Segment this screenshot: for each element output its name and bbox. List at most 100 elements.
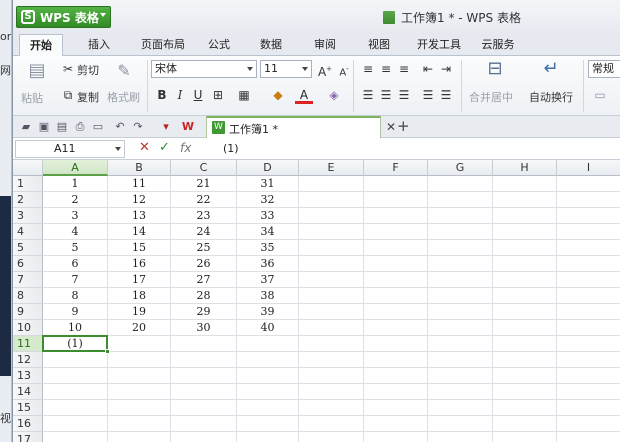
cell-h15[interactable] (493, 400, 557, 416)
shrink-font-icon[interactable]: A- (335, 60, 353, 78)
font-name-select[interactable]: 宋体 (151, 60, 257, 78)
cell-b9[interactable]: 19 (108, 304, 171, 320)
cell-e1[interactable] (299, 176, 364, 192)
row-header[interactable]: 9 (13, 304, 43, 320)
spreadsheet-grid[interactable]: A B C D E F G H I 1 1 11 21 31 2 2 12 22 32 3 3 13 23 33 4 4 14 24 3… (13, 160, 620, 442)
align-left-icon[interactable]: ☰ (359, 86, 377, 104)
cell-c14[interactable] (171, 384, 237, 400)
close-icon[interactable]: ✕ (386, 120, 396, 134)
cell-g16[interactable] (428, 416, 493, 432)
cell-e7[interactable] (299, 272, 364, 288)
cell-g10[interactable] (428, 320, 493, 336)
row-header[interactable]: 6 (13, 256, 43, 272)
cell-e16[interactable] (299, 416, 364, 432)
cell-d8[interactable]: 38 (237, 288, 299, 304)
row-header[interactable]: 15 (13, 400, 43, 416)
cell-a16[interactable] (43, 416, 108, 432)
copy-icon[interactable]: ⧉ (59, 86, 77, 104)
cell-e4[interactable] (299, 224, 364, 240)
app-menu-button[interactable]: S WPS 表格 (16, 6, 111, 28)
cell-e14[interactable] (299, 384, 364, 400)
cell-i17[interactable] (557, 432, 620, 442)
cell-g1[interactable] (428, 176, 493, 192)
merge-cells-icon[interactable]: ▦ (235, 86, 253, 104)
font-color-icon[interactable]: A (295, 86, 313, 104)
cell-c2[interactable]: 22 (171, 192, 237, 208)
cell-d3[interactable]: 33 (237, 208, 299, 224)
cell-h6[interactable] (493, 256, 557, 272)
cell-f16[interactable] (364, 416, 428, 432)
cell-b14[interactable] (108, 384, 171, 400)
cell-g9[interactable] (428, 304, 493, 320)
increase-indent-icon[interactable]: ⇥ (437, 60, 455, 78)
save-icon[interactable]: ▣ (37, 119, 51, 134)
cell-f2[interactable] (364, 192, 428, 208)
fill-color-icon[interactable]: ◆ (269, 86, 287, 104)
cell-a14[interactable] (43, 384, 108, 400)
cell-f7[interactable] (364, 272, 428, 288)
row-header[interactable]: 17 (13, 432, 43, 442)
cell-b1[interactable]: 11 (108, 176, 171, 192)
align-right-icon[interactable]: ☰ (395, 86, 413, 104)
copy-label[interactable]: 复制 (77, 89, 99, 105)
tab-developer[interactable]: 开发工具 (409, 34, 469, 56)
merge-center-label[interactable]: 合并居中 (469, 89, 513, 105)
cell-i15[interactable] (557, 400, 620, 416)
align-bottom-icon[interactable]: ≡ (395, 60, 413, 78)
cell-a2[interactable]: 2 (43, 192, 108, 208)
cell-d6[interactable]: 36 (237, 256, 299, 272)
cut-label[interactable]: 剪切 (77, 62, 99, 78)
percent-style-icon[interactable]: ▭ (591, 86, 609, 104)
tab-view[interactable]: 视图 (357, 34, 401, 56)
cell-i11[interactable] (557, 336, 620, 352)
cell-g3[interactable] (428, 208, 493, 224)
paste-label[interactable]: 粘贴 (21, 90, 43, 106)
cell-b10[interactable]: 20 (108, 320, 171, 336)
row-header[interactable]: 3 (13, 208, 43, 224)
cell-c3[interactable]: 23 (171, 208, 237, 224)
cell-e6[interactable] (299, 256, 364, 272)
name-box[interactable]: A11 (15, 140, 125, 158)
tab-formulas[interactable]: 公式 (197, 34, 241, 56)
cell-g11[interactable] (428, 336, 493, 352)
column-header-d[interactable]: D (237, 160, 299, 176)
new-tab-icon[interactable]: + (397, 117, 410, 135)
formula-input[interactable]: (1) (223, 142, 239, 155)
cancel-icon[interactable]: ✕ (139, 140, 150, 155)
cell-g6[interactable] (428, 256, 493, 272)
cell-e10[interactable] (299, 320, 364, 336)
wps-icon[interactable]: W (181, 119, 195, 134)
cell-f17[interactable] (364, 432, 428, 442)
grow-font-icon[interactable]: A+ (316, 60, 334, 79)
cell-i5[interactable] (557, 240, 620, 256)
row-header[interactable]: 5 (13, 240, 43, 256)
cell-b11[interactable] (108, 336, 171, 352)
cell-a3[interactable]: 3 (43, 208, 108, 224)
cell-e3[interactable] (299, 208, 364, 224)
cell-a17[interactable] (43, 432, 108, 442)
export-pdf-icon[interactable]: ▤ (55, 119, 69, 134)
row-header[interactable]: 12 (13, 352, 43, 368)
cell-a6[interactable]: 6 (43, 256, 108, 272)
clear-format-icon[interactable]: ◈ (325, 86, 343, 104)
cell-i13[interactable] (557, 368, 620, 384)
cell-i4[interactable] (557, 224, 620, 240)
cell-e8[interactable] (299, 288, 364, 304)
cell-d15[interactable] (237, 400, 299, 416)
decrease-indent-icon[interactable]: ⇤ (419, 60, 437, 78)
column-header-b[interactable]: B (108, 160, 171, 176)
wrap-text-label[interactable]: 自动换行 (529, 89, 573, 105)
cell-a12[interactable] (43, 352, 108, 368)
cell-d14[interactable] (237, 384, 299, 400)
cell-e5[interactable] (299, 240, 364, 256)
underline-button[interactable]: U (189, 86, 207, 104)
cell-d2[interactable]: 32 (237, 192, 299, 208)
column-header-e[interactable]: E (299, 160, 364, 176)
undo-icon[interactable]: ↶ (113, 119, 127, 134)
cell-c12[interactable] (171, 352, 237, 368)
cell-c13[interactable] (171, 368, 237, 384)
cell-f13[interactable] (364, 368, 428, 384)
cell-f11[interactable] (364, 336, 428, 352)
font-size-select[interactable]: 11 (260, 60, 312, 78)
column-header-a[interactable]: A (43, 160, 108, 176)
